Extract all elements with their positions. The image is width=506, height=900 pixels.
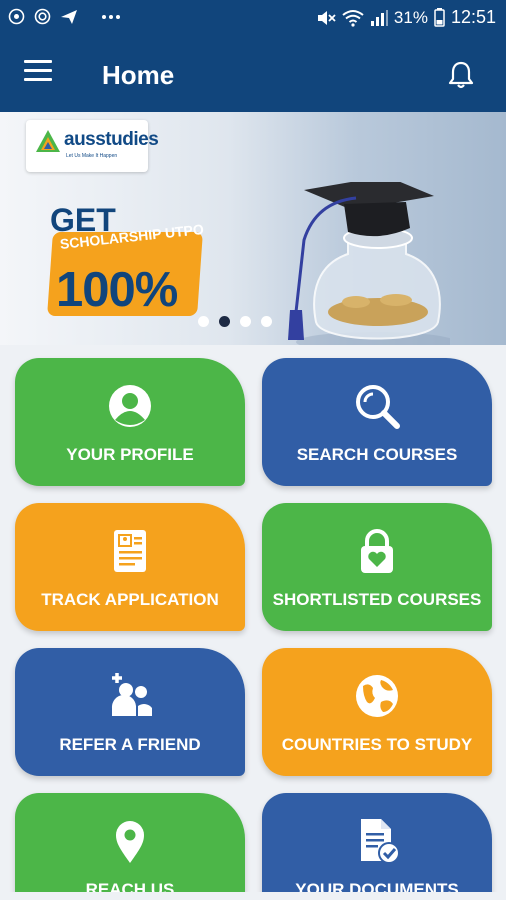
status-bar: 31% 12:51 xyxy=(0,0,506,36)
ausstudies-logo: ausstudies Let Us Make It Happen xyxy=(26,120,159,172)
hamburger-icon xyxy=(24,60,52,63)
send-icon xyxy=(61,9,77,24)
tile-search-courses[interactable]: SEARCH COURSES xyxy=(262,358,492,486)
tile-label: SEARCH COURSES xyxy=(296,445,458,464)
tile-label: REFER A FRIEND xyxy=(59,735,201,754)
lock-heart-icon xyxy=(361,529,393,573)
tile-label: COUNTRIES TO STUDY xyxy=(281,735,473,754)
tile-label: YOUR PROFILE xyxy=(66,445,194,464)
carousel-indicator xyxy=(198,316,272,327)
tile-track-application[interactable]: TRACK APPLICATION xyxy=(15,503,245,631)
notification-bell-icon[interactable] xyxy=(446,60,476,90)
notification-icons xyxy=(8,8,121,25)
tile-reach-us[interactable]: REACH US xyxy=(15,793,245,900)
sync-icon xyxy=(8,8,25,25)
app-bar: Home xyxy=(0,46,506,106)
application-icon xyxy=(114,530,146,572)
promo-banner[interactable]: ausstudies Let Us Make It Happen GET SCH… xyxy=(0,112,506,345)
tile-label: TRACK APPLICATION xyxy=(41,590,219,609)
coin-jar-graduation-cap-image xyxy=(288,182,450,345)
carousel-dot[interactable] xyxy=(240,316,251,327)
banner-percent: 100% xyxy=(56,263,178,317)
tile-label: SHORTLISTED COURSES xyxy=(272,590,482,609)
globe-icon xyxy=(356,675,398,717)
page-title: Home xyxy=(102,60,175,90)
logo-mark-icon xyxy=(36,130,60,152)
mute-icon xyxy=(317,10,336,25)
signal-icon xyxy=(370,9,388,26)
profile-icon xyxy=(109,385,151,427)
more-icon xyxy=(102,14,120,19)
tile-your-documents[interactable]: YOUR DOCUMENTS xyxy=(262,793,492,900)
wifi-icon xyxy=(342,9,364,27)
logo-text: ausstudies xyxy=(64,129,159,150)
tile-refer-a-friend[interactable]: REFER A FRIEND xyxy=(15,648,245,776)
battery-icon xyxy=(434,8,445,27)
search-icon xyxy=(356,385,400,429)
tile-your-profile[interactable]: YOUR PROFILE xyxy=(15,358,245,486)
location-pin-icon xyxy=(116,821,144,863)
status-right: 31% 12:51 xyxy=(316,7,496,28)
carousel-dot[interactable] xyxy=(198,316,209,327)
logo-tagline: Let Us Make It Happen xyxy=(66,153,118,159)
tile-shortlisted-courses[interactable]: SHORTLISTED COURSES xyxy=(262,503,492,631)
document-check-icon xyxy=(361,819,400,864)
top-bar: 31% 12:51 Home xyxy=(0,0,506,112)
tile-countries-to-study[interactable]: COUNTRIES TO STUDY xyxy=(262,648,492,776)
bottom-edge xyxy=(0,892,506,900)
carousel-dot[interactable] xyxy=(261,316,272,327)
add-friend-icon xyxy=(111,673,152,716)
carousel-dot-active[interactable] xyxy=(219,316,230,327)
settings-icon xyxy=(34,8,51,25)
clock: 12:51 xyxy=(450,7,496,27)
menu-button[interactable] xyxy=(24,60,54,86)
battery-percent: 31% xyxy=(393,7,428,27)
